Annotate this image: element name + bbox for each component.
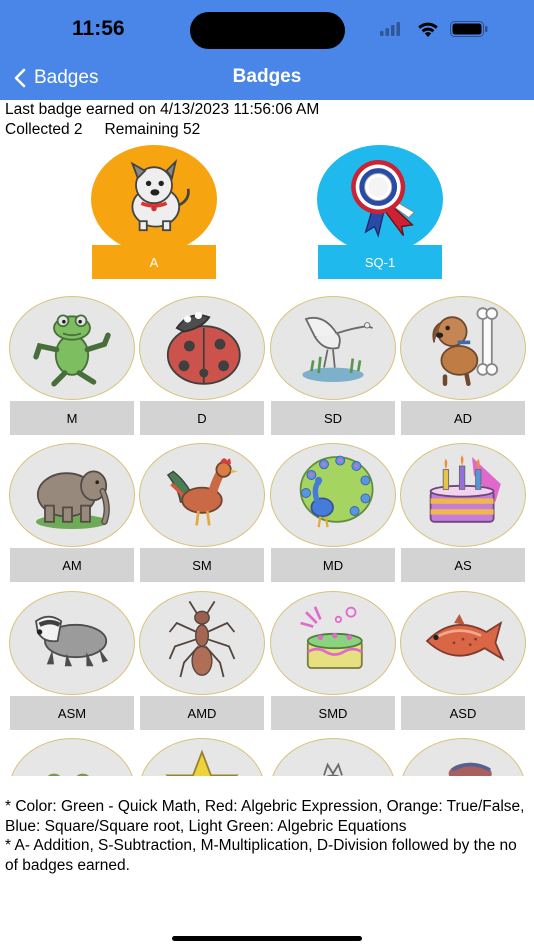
elephant-icon (36, 470, 110, 529)
badge-label: D (140, 401, 264, 435)
badge-am[interactable]: AM (9, 443, 135, 582)
cat-partial-icon (323, 762, 343, 776)
earned-badge-a[interactable]: A (91, 145, 217, 279)
badge-as[interactable]: AS (400, 443, 526, 582)
home-indicator[interactable] (172, 936, 362, 941)
badge-label: SQ-1 (318, 245, 442, 279)
badge-label: AM (10, 548, 134, 582)
badge-ad[interactable]: AD (400, 296, 526, 435)
badge-asm[interactable]: ASM (9, 591, 135, 730)
collected-count: Collected 2 (5, 121, 83, 138)
ladybug-icon (166, 311, 241, 385)
birthday-cake-icon (429, 455, 501, 523)
badge-smd[interactable]: SMD (270, 591, 396, 730)
badge-label: SMD (271, 696, 395, 730)
status-bar: 11:56 (0, 0, 534, 56)
puppy-icon (130, 158, 190, 232)
badge-label: AMD (140, 696, 264, 730)
badge-asd[interactable]: ASD (400, 591, 526, 730)
badge-row4-2[interactable] (139, 738, 265, 776)
badge-label: A (92, 245, 216, 279)
badge-label: SD (271, 401, 395, 435)
legend-notes: * Color: Green - Quick Math, Red: Algebr… (5, 797, 530, 875)
rooster-icon (166, 458, 238, 526)
earned-badge-sq-1[interactable]: SQ-1 (317, 145, 443, 279)
badge-row4-4[interactable] (400, 738, 526, 776)
salmon-fish-icon (425, 614, 505, 662)
badger-icon (35, 615, 108, 667)
badge-label: ASM (10, 696, 134, 730)
badge-row4-3[interactable] (270, 738, 396, 776)
party-cake-icon (300, 606, 363, 669)
badge-label: MD (271, 548, 395, 582)
badge-label: M (10, 401, 134, 435)
badge-label: AD (401, 401, 525, 435)
badge-m[interactable]: M (9, 296, 135, 435)
peacock-icon (299, 455, 374, 528)
remaining-count: Remaining 52 (104, 121, 201, 138)
badge-grid: M D SD AD AM SM MD AS ASM AMD SMD ASD (0, 289, 534, 776)
wifi-icon (418, 22, 438, 37)
operation-legend-note: * A- Addition, S-Subtraction, M-Multipli… (5, 837, 517, 874)
frog-icon (33, 314, 111, 387)
status-time: 11:56 (72, 17, 125, 40)
badge-label: AS (401, 548, 525, 582)
status-icons (380, 21, 488, 37)
badge-sd[interactable]: SD (270, 296, 396, 435)
crane-bird-icon (302, 316, 373, 382)
badge-d[interactable]: D (139, 296, 265, 435)
signal-icon (380, 22, 400, 36)
badge-label: ASD (401, 696, 525, 730)
rosette-ribbon-icon (351, 160, 415, 238)
dynamic-island (190, 12, 345, 49)
badge-amd[interactable]: AMD (139, 591, 265, 730)
cap-partial-icon (448, 762, 492, 776)
ant-icon (168, 600, 236, 678)
frog-partial-icon (48, 773, 89, 776)
collection-summary: Collected 2 Remaining 52 (5, 121, 200, 139)
badge-label: SM (140, 548, 264, 582)
battery-icon (450, 21, 488, 37)
badge-sm[interactable]: SM (139, 443, 265, 582)
badge-row4-1[interactable] (9, 738, 135, 776)
badge-md[interactable]: MD (270, 443, 396, 582)
dog-with-bone-icon (432, 307, 499, 387)
last-badge-text: Last badge earned on 4/13/2023 11:56:06 … (5, 101, 320, 118)
star-partial-icon (165, 749, 239, 776)
navigation-bar: Badges Badges (0, 56, 534, 100)
color-legend-note: * Color: Green - Quick Math, Red: Algebr… (5, 798, 525, 835)
page-title: Badges (232, 66, 302, 87)
